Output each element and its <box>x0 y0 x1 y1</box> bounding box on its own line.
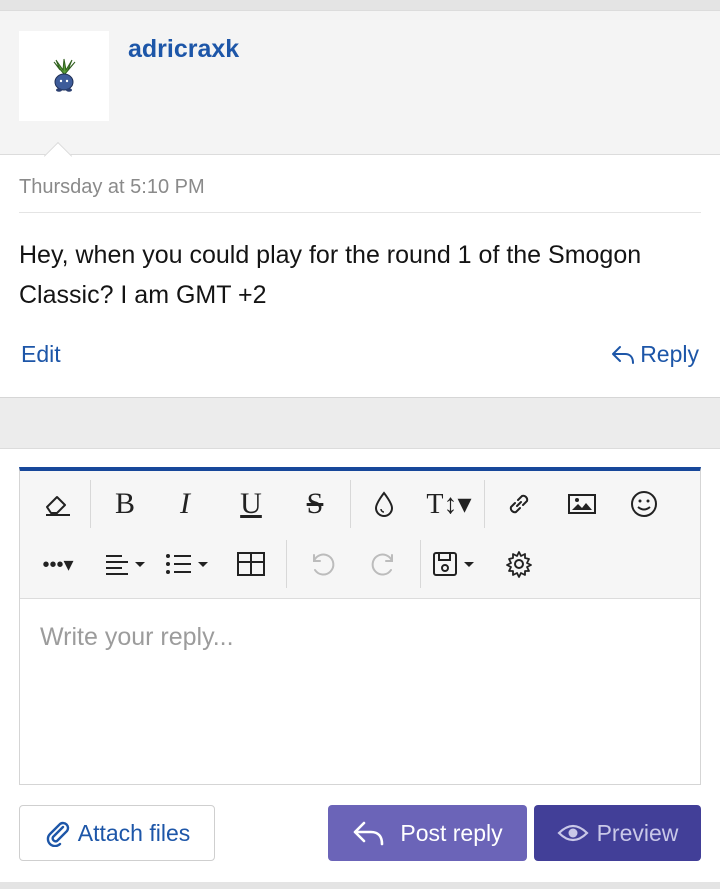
divider <box>19 212 701 213</box>
toolbar-separator <box>286 540 287 588</box>
paperclip-icon <box>46 821 69 847</box>
oddish-avatar-icon <box>53 58 76 92</box>
bottom-strip <box>0 882 720 889</box>
text-size-icon[interactable]: T↕▾ <box>418 479 480 529</box>
reply-link[interactable]: Reply <box>611 341 699 368</box>
more-icon[interactable]: •••▾ <box>28 539 88 589</box>
reply-label: Reply <box>640 341 699 367</box>
username-link[interactable]: adricraxk <box>128 35 239 64</box>
image-icon[interactable] <box>558 479 606 529</box>
post-timestamp[interactable]: Thursday at 5:10 PM <box>19 176 205 199</box>
toolbar-separator <box>90 480 91 528</box>
eye-icon <box>557 824 589 842</box>
preview-button[interactable]: Preview <box>534 805 701 861</box>
underline-icon[interactable]: U <box>228 479 274 529</box>
reply-input-placeholder[interactable]: Write your reply... <box>40 623 234 652</box>
smiley-icon[interactable] <box>620 479 668 529</box>
reply-icon <box>354 821 384 846</box>
top-strip <box>0 0 720 10</box>
toolbar-separator <box>420 540 421 588</box>
drafts-icon[interactable] <box>428 539 484 589</box>
post-reply-button[interactable]: Post reply <box>328 805 527 861</box>
link-icon[interactable] <box>494 479 544 529</box>
bold-icon[interactable]: B <box>102 479 148 529</box>
undo-icon[interactable] <box>296 539 346 589</box>
edit-link[interactable]: Edit <box>21 341 61 368</box>
attach-files-button[interactable]: Attach files <box>19 805 215 861</box>
reply-editor[interactable]: B I U S T↕▾ •••▾ Write your reply... <box>19 467 701 785</box>
editor-toolbar: B I U S T↕▾ •••▾ <box>20 471 700 599</box>
preview-label: Preview <box>596 819 679 846</box>
toolbar-separator <box>350 480 351 528</box>
post-message: Hey, when you could play for the round 1… <box>19 241 642 309</box>
italic-icon[interactable]: I <box>162 479 208 529</box>
reply-area: B I U S T↕▾ •••▾ Write your reply... Att… <box>0 448 720 882</box>
settings-icon[interactable] <box>496 539 542 589</box>
eraser-icon[interactable] <box>32 479 84 529</box>
list-icon[interactable] <box>160 539 216 589</box>
avatar[interactable] <box>19 31 109 121</box>
toolbar-separator <box>484 480 485 528</box>
table-icon[interactable] <box>226 539 276 589</box>
redo-icon[interactable] <box>360 539 410 589</box>
attach-files-label: Attach files <box>77 819 191 846</box>
post-reply-label: Post reply <box>400 819 503 846</box>
color-drop-icon[interactable] <box>362 479 406 529</box>
post-header: adricraxk <box>0 11 720 155</box>
message-post: adricraxk Thursday at 5:10 PM Hey, when … <box>0 10 720 398</box>
reply-icon <box>612 345 635 364</box>
align-icon[interactable] <box>100 539 150 589</box>
strikethrough-icon[interactable]: S <box>292 479 338 529</box>
